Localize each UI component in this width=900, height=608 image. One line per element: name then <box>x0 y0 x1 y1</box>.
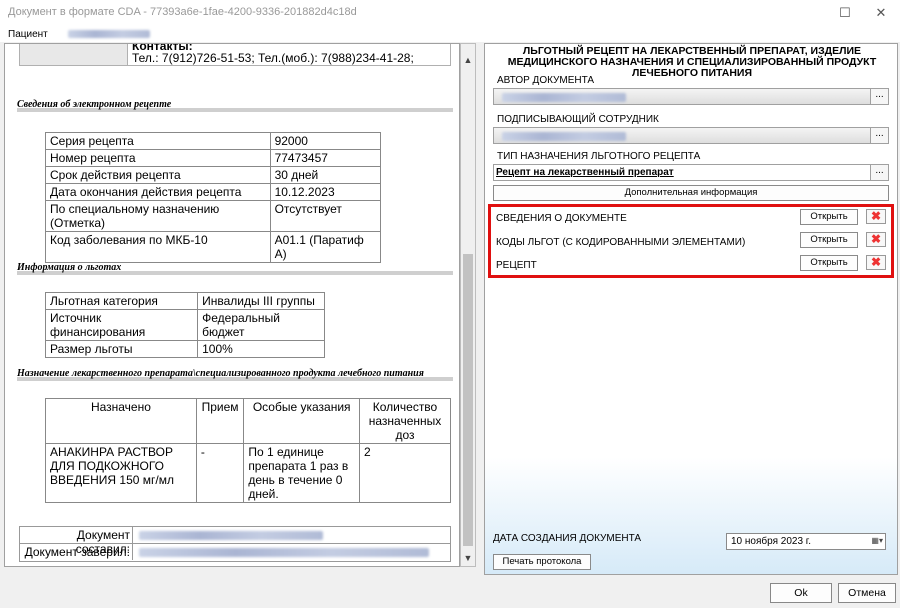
certified-by-row: Документ заверил: <box>20 544 450 561</box>
document-scrollbar[interactable]: ▲ ▼ <box>460 43 476 567</box>
cda-document-window: Документ в формате CDA - 77393a6e-1fae-4… <box>0 0 900 608</box>
benefit-key: Льготная категория <box>44 292 199 310</box>
composed-by-redacted <box>139 531 323 540</box>
erecipe-value: Отсутствует <box>269 200 382 232</box>
patient-bar: Пациент <box>0 26 900 42</box>
prescription-row: АНАКИНРА РАСТВОР ДЛЯ ПОДКОЖНОГО ВВЕДЕНИЯ… <box>45 443 451 503</box>
scroll-down-icon[interactable]: ▼ <box>461 550 475 566</box>
section-label-recipe: РЕЦЕПТ <box>496 260 537 271</box>
open-benefit-codes-button[interactable]: Открыть <box>800 232 858 248</box>
open-recipe-button[interactable]: Открыть <box>800 255 858 271</box>
delete-document-info-icon[interactable]: ✖ <box>866 209 886 224</box>
erecipe-value: 10.12.2023 <box>269 183 382 201</box>
signer-browse-button[interactable]: ... <box>870 128 888 143</box>
prescription-header-row: Назначено Прием Особые указания Количество … <box>45 398 451 444</box>
patient-name-redacted <box>68 30 150 38</box>
erecipe-value: A01.1 (Паратиф A) <box>269 231 382 263</box>
author-label: АВТОР ДОКУМЕНТА <box>497 75 595 86</box>
erecipe-value: 30 дней <box>269 166 382 184</box>
erecipe-section-title: Сведения об электронном рецепте <box>17 98 453 112</box>
erecipe-row: Код заболевания по МКБ-10 A01.1 (Паратиф … <box>45 231 382 263</box>
calendar-dropdown-icon[interactable]: ▦▾ <box>871 536 883 545</box>
erecipe-row: Серия рецепта 92000 <box>45 132 382 150</box>
prescription-header-cell: Количество назначенных доз <box>359 398 451 444</box>
ok-button[interactable]: Ok <box>770 583 832 603</box>
scroll-up-icon[interactable]: ▲ <box>461 52 475 68</box>
signer-label: ПОДПИСЫВАЮЩИЙ СОТРУДНИК <box>497 114 659 125</box>
close-button[interactable]: ✕ <box>870 3 892 23</box>
delete-benefit-codes-icon[interactable]: ✖ <box>866 232 886 247</box>
benefit-row: Размер льготы 100% <box>44 340 325 358</box>
prescription-header-cell: Назначено <box>45 398 197 444</box>
erecipe-row: По специальному назначению (Отметка) Отсу… <box>45 200 382 232</box>
erecipe-table: Серия рецепта 92000 Номер рецепта 77473457 С… <box>45 132 382 263</box>
creation-date-value: 10 ноября 2023 г. <box>731 536 811 547</box>
creation-date-picker[interactable]: 10 ноября 2023 г. ▦▾ <box>726 533 886 550</box>
benefit-key: Источник финансирования <box>44 309 199 341</box>
erecipe-row: Срок действия рецепта 30 дней <box>45 166 382 184</box>
erecipe-key: Срок действия рецепта <box>45 166 271 184</box>
title-bar: Документ в формате CDA - 77393a6e-1fae-4… <box>0 0 900 26</box>
author-redacted <box>502 93 626 102</box>
signer-field[interactable]: ... <box>493 127 889 144</box>
recipe-panel: ЛЬГОТНЫЙ РЕЦЕПТ НА ЛЕКАРСТВЕННЫЙ ПРЕПАРА… <box>484 43 898 575</box>
contacts-row: Контакты: Тел.: 7(912)726-51-53; Тел.(мо… <box>19 44 451 66</box>
delete-recipe-icon[interactable]: ✖ <box>866 255 886 270</box>
scroll-thumb[interactable] <box>463 254 473 546</box>
erecipe-key: Код заболевания по МКБ-10 <box>45 231 271 263</box>
erecipe-key: Номер рецепта <box>45 149 271 167</box>
benefit-row: Источник финансирования Федеральный бюдже… <box>44 309 325 341</box>
erecipe-value: 77473457 <box>269 149 382 167</box>
certified-by-redacted <box>139 548 429 557</box>
date-label: ДАТА СОЗДАНИЯ ДОКУМЕНТА <box>493 533 642 544</box>
prescription-cell: По 1 единице препарата 1 раз в день в те… <box>243 443 361 503</box>
open-document-info-button[interactable]: Открыть <box>800 209 858 225</box>
contacts-value: Тел.: 7(912)726-51-53; Тел.(моб.): 7(988… <box>132 51 414 65</box>
benefit-value: 100% <box>197 340 325 358</box>
print-protocol-button[interactable]: Печать протокола <box>493 554 591 570</box>
document-view[interactable]: Контакты: Тел.: 7(912)726-51-53; Тел.(мо… <box>4 43 460 567</box>
patient-label: Пациент <box>8 29 48 40</box>
prescription-cell: АНАКИНРА РАСТВОР ДЛЯ ПОДКОЖНОГО ВВЕДЕНИЯ… <box>45 443 197 503</box>
signers-block: Документ составил: Документ заверил: <box>19 526 451 562</box>
erecipe-key: Серия рецепта <box>45 132 271 150</box>
type-browse-button[interactable]: ... <box>870 165 888 180</box>
prescription-table: Назначено Прием Особые указания Количество … <box>45 398 451 503</box>
benefit-row: Льготная категория Инвалиды III группы <box>44 292 325 310</box>
type-value: Рецепт на лекарственный препарат <box>496 167 674 178</box>
erecipe-row: Номер рецепта 77473457 <box>45 149 382 167</box>
erecipe-value: 92000 <box>269 132 382 150</box>
composed-by-row: Документ составил: <box>20 527 450 556</box>
certified-by-label: Документ заверил: <box>24 545 130 559</box>
erecipe-key: Дата окончания действия рецепта <box>45 183 271 201</box>
type-field[interactable]: Рецепт на лекарственный препарат ... <box>493 164 889 181</box>
erecipe-row: Дата окончания действия рецепта 10.12.202… <box>45 183 382 201</box>
window-title: Документ в формате CDA - 77393a6e-1fae-4… <box>8 6 357 18</box>
cancel-button[interactable]: Отмена <box>838 583 896 603</box>
prescription-cell: - <box>195 443 245 503</box>
prescription-cell: 2 <box>359 443 451 503</box>
benefits-table: Льготная категория Инвалиды III группы Ист… <box>44 292 325 358</box>
signer-redacted <box>502 132 626 141</box>
benefits-section-title: Информация о льготах <box>17 261 453 275</box>
prescription-section-title: Назначение лекарственного препарата\спец… <box>17 367 453 381</box>
erecipe-key: По специальному назначению (Отметка) <box>45 200 271 232</box>
type-label: ТИП НАЗНАЧЕНИЯ ЛЬГОТНОГО РЕЦЕПТА <box>497 151 701 162</box>
prescription-header-cell: Особые указания <box>243 398 361 444</box>
benefit-key: Размер льготы <box>44 340 199 358</box>
benefit-value: Инвалиды III группы <box>197 292 325 310</box>
benefit-value: Федеральный бюджет <box>197 309 325 341</box>
maximize-button[interactable]: ☐ <box>834 3 856 23</box>
author-field[interactable]: ... <box>493 88 889 105</box>
section-label-document-info: СВЕДЕНИЯ О ДОКУМЕНТЕ <box>496 213 627 224</box>
extra-info-button[interactable]: Дополнительная информация <box>493 185 889 201</box>
section-label-benefit-codes: КОДЫ ЛЬГОТ (С КОДИРОВАННЫМИ ЭЛЕМЕНТАМИ) <box>496 237 746 248</box>
author-browse-button[interactable]: ... <box>870 89 888 104</box>
prescription-header-cell: Прием <box>195 398 245 444</box>
